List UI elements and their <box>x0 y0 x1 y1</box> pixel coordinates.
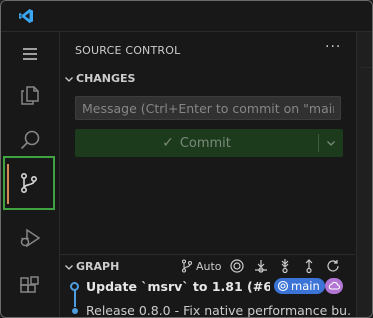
auto-label: Auto <box>196 259 222 273</box>
commit-message-input[interactable] <box>76 97 340 119</box>
target-icon[interactable] <box>229 258 245 274</box>
commit-dropdown-button[interactable] <box>319 129 343 157</box>
source-control-icon[interactable] <box>3 156 55 210</box>
target-icon <box>277 280 289 292</box>
commit-message: Release 0.8.0 - Fix native performance b… <box>86 303 352 318</box>
auto-branch-toggle[interactable]: Auto <box>181 258 222 274</box>
run-debug-icon[interactable] <box>8 216 52 260</box>
section-divider <box>60 254 355 255</box>
branch-icon <box>181 259 193 273</box>
changes-section-header[interactable]: CHANGES <box>60 69 355 89</box>
branch-badge: main <box>274 278 325 294</box>
chevron-down-icon <box>327 141 335 146</box>
check-icon: ✓ <box>162 135 174 151</box>
fetch-icon[interactable] <box>253 258 269 274</box>
commit-message-box[interactable] <box>75 96 341 120</box>
branch-name: main <box>291 279 320 293</box>
refresh-icon[interactable] <box>325 258 341 274</box>
graph-commit-row[interactable]: Release 0.8.0 - Fix native performance b… <box>60 301 355 318</box>
chevron-down-icon <box>65 77 73 82</box>
push-icon[interactable] <box>301 258 317 274</box>
commit-button[interactable]: ✓ Commit <box>75 129 318 157</box>
editor-tab[interactable] <box>361 32 372 68</box>
vscode-window: SOURCE CONTROL ··· CHANGES ✓ Commit GRAP… <box>0 0 373 318</box>
title-bar <box>1 1 372 32</box>
graph-commit-node <box>72 308 78 314</box>
panel-title: SOURCE CONTROL <box>75 44 181 57</box>
vscode-logo-icon <box>19 9 33 23</box>
commit-label: Commit <box>179 135 231 151</box>
cloud-icon <box>328 281 340 290</box>
commit-button-group: ✓ Commit <box>75 129 343 157</box>
source-control-panel: SOURCE CONTROL ··· CHANGES ✓ Commit GRAP… <box>60 32 355 317</box>
editor-area <box>356 32 372 317</box>
changes-label: CHANGES <box>76 72 136 85</box>
more-actions-icon[interactable]: ··· <box>325 39 341 55</box>
chevron-down-icon <box>65 265 73 270</box>
extensions-icon[interactable] <box>8 264 52 308</box>
pull-icon[interactable] <box>277 258 293 274</box>
graph-label: GRAPH <box>76 260 120 273</box>
menu-icon[interactable] <box>8 32 52 76</box>
remote-badge <box>325 278 343 294</box>
explorer-icon[interactable] <box>8 73 52 117</box>
commit-message: Update `msrv` to 1.81 (#61)... <box>86 279 270 294</box>
activity-bar <box>1 32 60 317</box>
